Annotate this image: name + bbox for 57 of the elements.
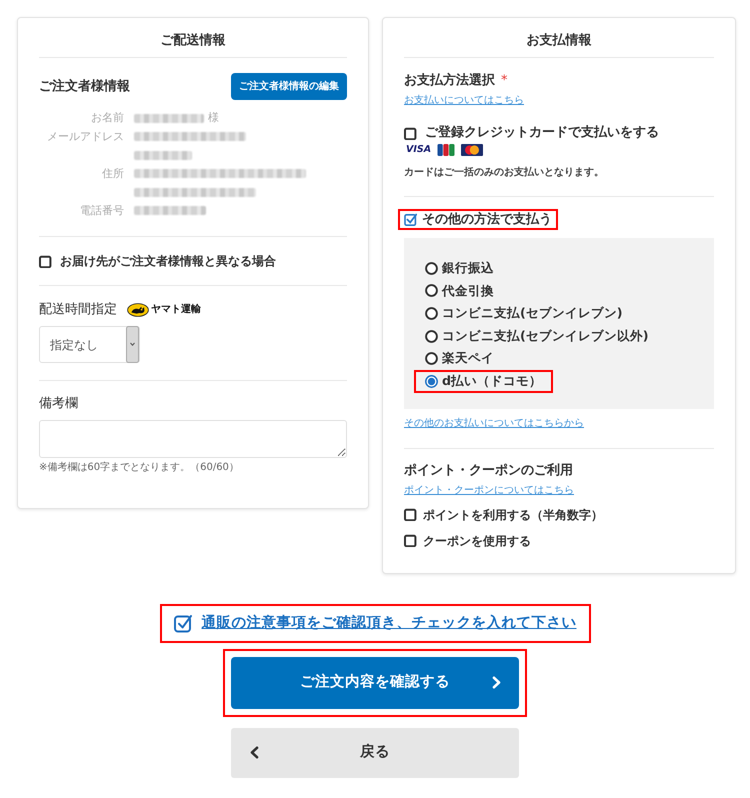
blurred-text bbox=[134, 150, 192, 160]
radio-icon[interactable] bbox=[425, 330, 438, 343]
field-label: 住所 bbox=[101, 166, 124, 182]
checkbox-icon[interactable] bbox=[39, 254, 52, 268]
field-label: メールアドレス bbox=[46, 128, 124, 144]
radio-option[interactable]: コンビニ支払(セブンイレブン) bbox=[425, 304, 623, 323]
card-brand-text: VISA bbox=[406, 144, 432, 156]
agreement-link[interactable]: 通販の注意事項をご確認頂き、チェックを入れて下さい bbox=[202, 612, 576, 634]
name-suffix: 様 bbox=[208, 110, 219, 126]
confirm-order-button[interactable]: ご注文内容を確認する bbox=[231, 656, 519, 709]
section-heading: ご注文者様情報 bbox=[39, 78, 130, 96]
radio-option[interactable]: d払い（ドコモ） bbox=[425, 372, 542, 391]
checkbox-option[interactable]: ポイントを利用する（半角数字） bbox=[404, 506, 603, 524]
cat-logo-icon bbox=[127, 303, 149, 317]
payment-info-link[interactable]: お支払いについてはこちら bbox=[404, 94, 524, 108]
checkbox-option[interactable]: その他の方法で支払う bbox=[404, 211, 552, 228]
card-title: ご配送情報 bbox=[160, 32, 226, 50]
card-note: カードはご一括のみのお支払いとなります。 bbox=[404, 167, 604, 179]
remarks-field[interactable] bbox=[39, 420, 347, 458]
radio-option[interactable]: コンビニ支払(セブンイレブン以外) bbox=[425, 326, 649, 346]
carrier-name: ヤマト運輸 bbox=[151, 303, 201, 317]
checkbox-icon[interactable] bbox=[404, 126, 417, 140]
checkbox-icon[interactable] bbox=[174, 614, 192, 633]
radio-icon[interactable] bbox=[425, 352, 438, 366]
blurred-text bbox=[134, 206, 206, 216]
required-mark: * bbox=[501, 72, 508, 90]
checkbox-option[interactable]: ご登録クレジットカードで支払いをする bbox=[404, 124, 659, 142]
checkbox-icon[interactable] bbox=[404, 508, 417, 522]
blurred-text bbox=[134, 114, 204, 123]
radio-option[interactable]: 銀行振込 bbox=[425, 259, 494, 278]
back-button[interactable]: 戻る bbox=[231, 728, 519, 778]
radio-option[interactable]: 楽天ペイ bbox=[425, 349, 494, 368]
two-circles-card-icon bbox=[461, 144, 484, 156]
checkbox-icon[interactable] bbox=[404, 213, 417, 226]
section-heading: ポイント・クーポンのご利用 bbox=[404, 462, 573, 480]
checkbox-option[interactable]: お届け先がご注文者様情報と異なる場合 bbox=[39, 253, 276, 269]
section-label: 備考欄 bbox=[39, 395, 78, 413]
radio-icon[interactable] bbox=[425, 306, 438, 320]
radio-option[interactable]: 代金引換 bbox=[425, 282, 494, 300]
section-heading: お支払方法選択 bbox=[404, 72, 495, 90]
field-label: 電話番号 bbox=[79, 202, 124, 218]
radio-icon[interactable] bbox=[425, 262, 438, 275]
points-info-link[interactable]: ポイント・クーポンについてはこちら bbox=[404, 484, 574, 498]
radio-icon[interactable] bbox=[425, 374, 438, 388]
section-label: 配送時間指定 bbox=[39, 301, 117, 319]
character-limit-note: ※備考欄は60字までとなります。（60/60） bbox=[39, 462, 239, 474]
delivery-time-select[interactable]: 指定なし bbox=[39, 326, 140, 363]
chevron-right-icon bbox=[492, 676, 501, 690]
checkbox-icon[interactable] bbox=[404, 534, 417, 548]
tricolor-card-icon bbox=[437, 144, 456, 156]
field-label: お名前 bbox=[90, 110, 124, 126]
chevron-left-icon bbox=[250, 746, 259, 760]
other-payment-link[interactable]: その他のお支払いについてはこちらから bbox=[404, 416, 584, 431]
radio-icon[interactable] bbox=[425, 284, 438, 298]
card-title: お支払情報 bbox=[526, 32, 592, 50]
checkbox-option[interactable]: クーポンを使用する bbox=[404, 532, 531, 550]
edit-orderer-button[interactable]: ご注文者様情報の編集 bbox=[231, 73, 347, 100]
